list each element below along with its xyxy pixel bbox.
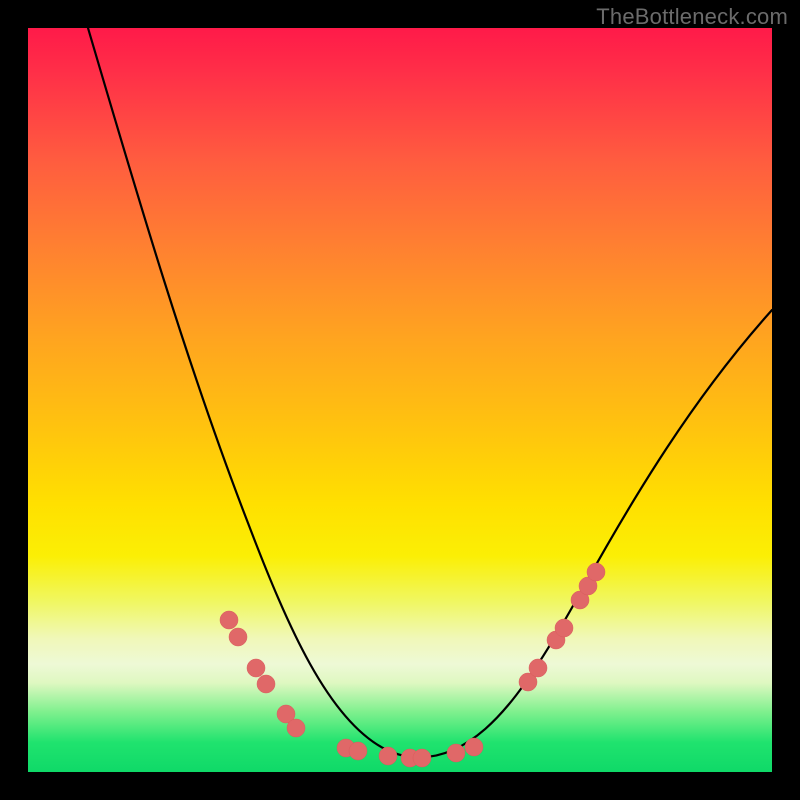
plot-svg xyxy=(28,28,772,772)
pt-left-1 xyxy=(220,611,238,629)
pt-left-3 xyxy=(247,659,265,677)
pt-right-4 xyxy=(555,619,573,637)
pt-left-2 xyxy=(229,628,247,646)
pt-left-4 xyxy=(257,675,275,693)
dot-group xyxy=(220,563,605,767)
pt-floor-2 xyxy=(349,742,367,760)
pt-floor-5 xyxy=(413,749,431,767)
pt-floor-6 xyxy=(447,744,465,762)
pt-floor-7 xyxy=(465,738,483,756)
pt-right-2 xyxy=(529,659,547,677)
v-curve xyxy=(88,28,772,757)
pt-left-6 xyxy=(287,719,305,737)
watermark-text: TheBottleneck.com xyxy=(596,4,788,30)
pt-right-7 xyxy=(587,563,605,581)
pt-floor-3 xyxy=(379,747,397,765)
